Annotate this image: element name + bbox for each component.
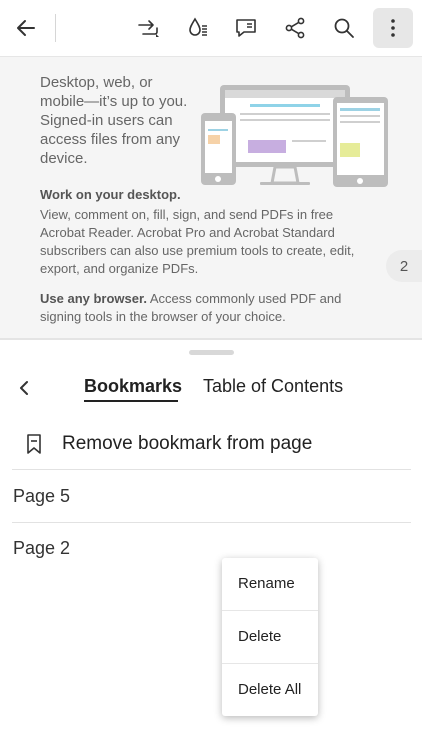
page-number-badge[interactable]: 2 [386,250,422,282]
more-icon[interactable] [373,8,413,48]
bookmark-item-page-5[interactable]: Page 5 [13,486,70,507]
drag-handle[interactable] [189,350,234,355]
menu-item-label: Delete [238,628,282,645]
search-icon[interactable] [324,8,364,48]
back-arrow-icon[interactable] [6,8,46,48]
bookmark-context-menu: Rename Delete Delete All [222,558,318,716]
active-tab-indicator [84,400,178,402]
desktop-heading: Work on your desktop. [40,187,181,202]
toolbar-divider [55,14,56,42]
browser-heading: Use any browser. [40,291,147,306]
divider [12,469,411,470]
tab-table-of-contents[interactable]: Table of Contents [203,376,343,397]
remove-bookmark-label: Remove bookmark from page [62,433,313,454]
menu-item-label: Rename [238,575,295,592]
menu-item-rename[interactable]: Rename [222,558,318,610]
browser-paragraph: Use any browser. Access commonly used PD… [40,290,380,326]
menu-item-delete-all[interactable]: Delete All [222,664,318,716]
chevron-left-icon[interactable] [10,374,38,402]
comment-icon[interactable] [226,8,266,48]
devices-illustration [200,77,390,193]
divider [12,522,411,523]
remove-bookmark-button[interactable]: Remove bookmark from page [0,418,411,470]
menu-item-delete[interactable]: Delete [222,611,318,663]
bookmark-remove-icon [24,433,44,455]
share-export-icon[interactable] [128,8,168,48]
share-icon[interactable] [275,8,315,48]
document-view[interactable]: Desktop, web, or mobile—it’s up to you. … [0,57,422,338]
bookmarks-panel: Bookmarks Table of Contents Remove bookm… [0,338,422,742]
top-toolbar [0,0,422,57]
desktop-body-text: View, comment on, fill, sign, and send P… [40,207,355,276]
bookmark-item-page-2[interactable]: Page 2 [13,538,70,559]
doc-intro-text: Desktop, web, or mobile—it’s up to you. … [40,74,188,167]
menu-item-label: Delete All [238,681,302,698]
liquid-mode-icon[interactable] [178,8,218,48]
tab-bookmarks[interactable]: Bookmarks [84,376,182,397]
